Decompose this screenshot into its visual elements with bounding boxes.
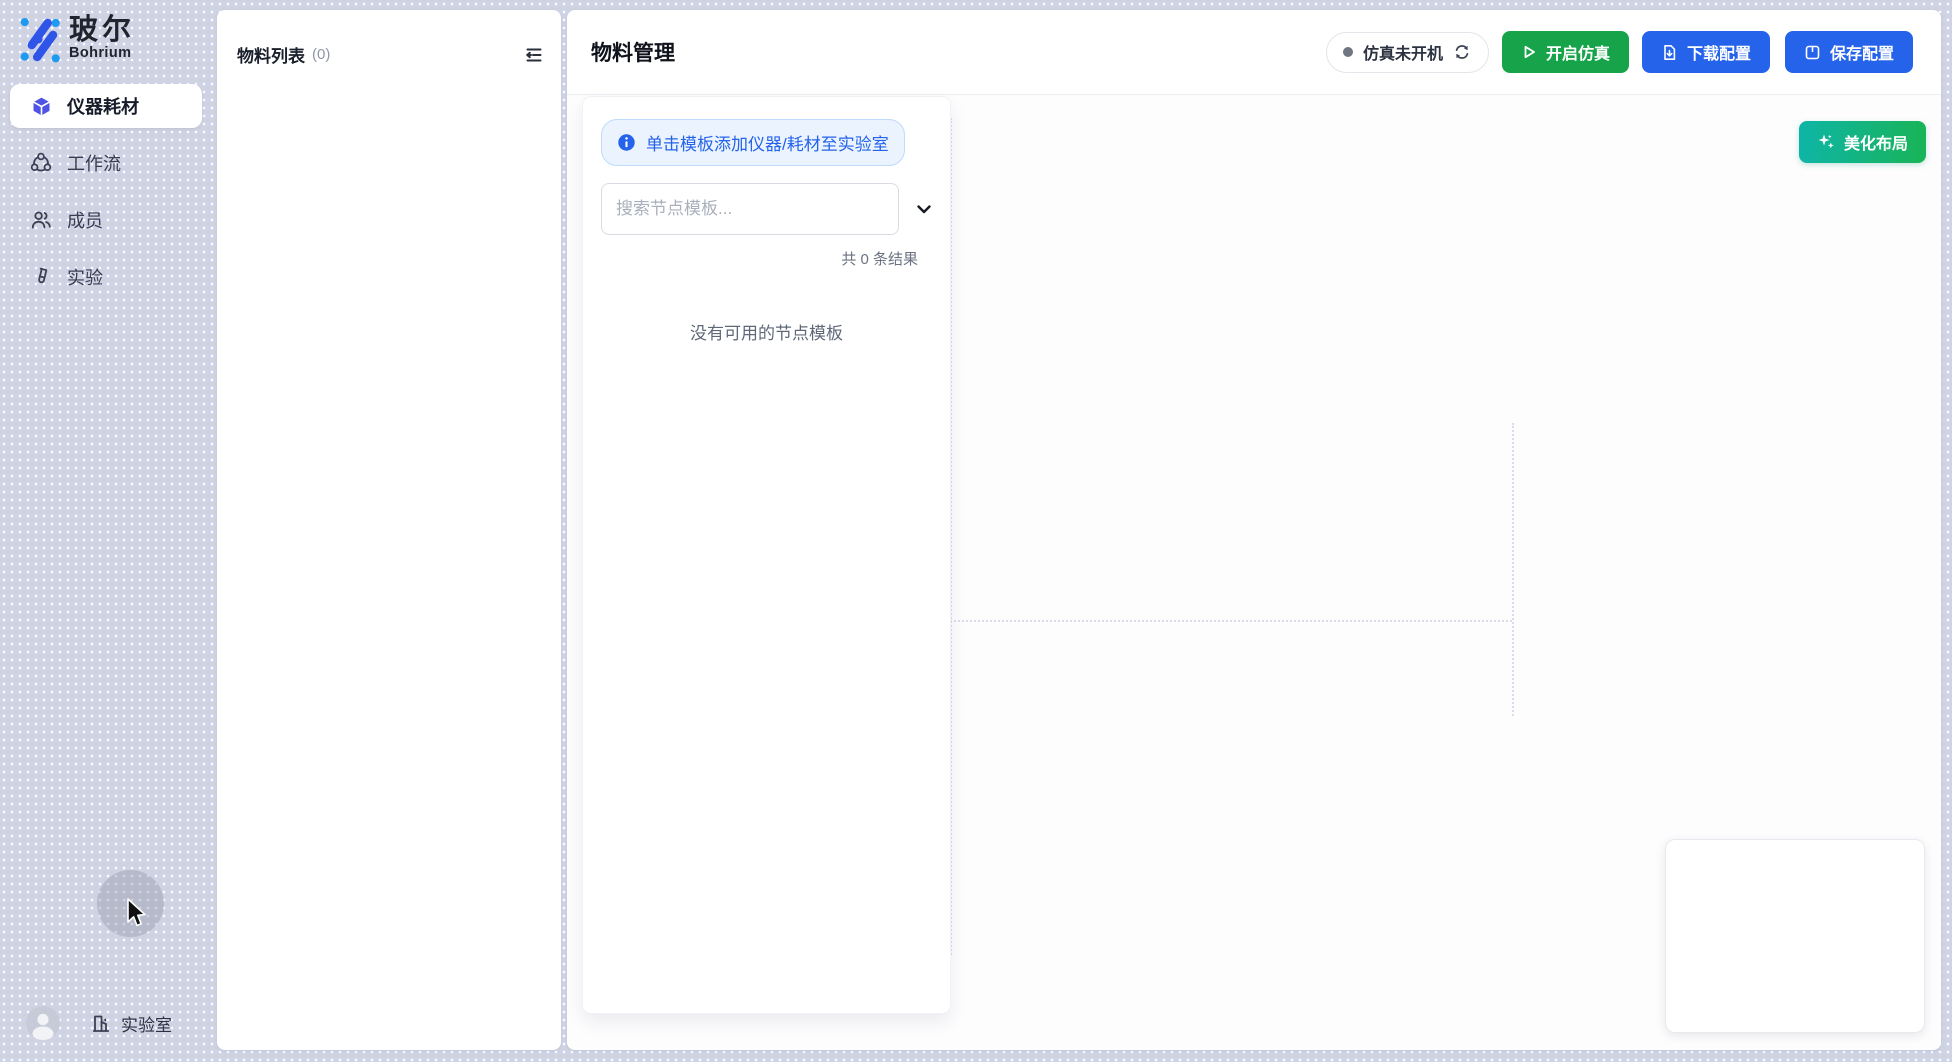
start-simulation-label: 开启仿真 bbox=[1546, 40, 1610, 64]
info-circle-icon bbox=[617, 133, 636, 152]
sidebar-item-workflow[interactable]: 工作流 bbox=[0, 141, 213, 185]
sidebar-nav: 仪器耗材 工作流 成员 bbox=[0, 84, 213, 312]
sidebar: 玻尔 Bohrium 仪器耗材 工作流 bbox=[0, 0, 213, 1062]
result-count: 共 0 条结果 bbox=[597, 248, 936, 269]
download-config-button[interactable]: 下载配置 bbox=[1642, 31, 1770, 73]
save-config-label: 保存配置 bbox=[1830, 40, 1894, 64]
beautify-layout-button[interactable]: 美化布局 bbox=[1799, 121, 1926, 163]
page-title: 物料管理 bbox=[591, 37, 675, 67]
building-icon bbox=[90, 1012, 112, 1034]
brand-name: 玻尔 Bohrium bbox=[69, 15, 135, 61]
simulation-status-pill: 仿真未开机 bbox=[1326, 32, 1489, 73]
brand-logo[interactable]: 玻尔 Bohrium bbox=[15, 13, 135, 63]
lab-entry[interactable]: 实验室 bbox=[90, 1011, 172, 1036]
experiment-icon bbox=[30, 266, 52, 288]
app-root: { "brand": { "name_zh": "玻尔", "name_en":… bbox=[0, 0, 1952, 1062]
info-banner-text: 单击模板添加仪器/耗材至实验室 bbox=[646, 130, 889, 155]
sidebar-item-label: 仪器耗材 bbox=[67, 93, 139, 119]
sidebar-item-instruments[interactable]: 仪器耗材 bbox=[10, 84, 202, 128]
lab-entry-label: 实验室 bbox=[121, 1011, 172, 1036]
sidebar-item-label: 工作流 bbox=[67, 150, 121, 176]
node-template-panel: 单击模板添加仪器/耗材至实验室 共 0 条结果 没有可用的节点模板 bbox=[583, 97, 950, 1013]
canvas-area[interactable]: 单击模板添加仪器/耗材至实验室 共 0 条结果 没有可用的节点模板 美化布局 bbox=[567, 95, 1941, 1050]
canvas-guide-line bbox=[950, 118, 952, 955]
save-icon bbox=[1804, 44, 1821, 61]
save-config-button[interactable]: 保存配置 bbox=[1785, 31, 1913, 73]
canvas-guide-line bbox=[950, 620, 1512, 622]
chevron-down-icon[interactable] bbox=[912, 197, 936, 221]
status-dot-icon bbox=[1343, 47, 1353, 57]
members-icon bbox=[30, 209, 52, 231]
minimap-panel[interactable] bbox=[1665, 839, 1925, 1033]
brand-name-zh: 玻尔 bbox=[69, 15, 135, 45]
start-simulation-button[interactable]: 开启仿真 bbox=[1502, 31, 1629, 73]
collapse-panel-icon[interactable] bbox=[523, 44, 545, 66]
beautify-layout-label: 美化布局 bbox=[1844, 130, 1908, 154]
workflow-icon bbox=[30, 152, 52, 174]
bohrium-logo-icon bbox=[15, 13, 61, 63]
info-banner: 单击模板添加仪器/耗材至实验室 bbox=[601, 119, 905, 166]
cube-icon bbox=[30, 95, 52, 117]
main-card: 物料管理 仿真未开机 开启仿真 bbox=[567, 10, 1941, 1050]
sidebar-item-members[interactable]: 成员 bbox=[0, 198, 213, 242]
template-search-input[interactable] bbox=[601, 183, 899, 235]
sidebar-item-experiment[interactable]: 实验 bbox=[0, 255, 213, 299]
simulation-status-label: 仿真未开机 bbox=[1363, 40, 1443, 64]
user-avatar[interactable] bbox=[26, 1006, 60, 1040]
empty-template-message: 没有可用的节点模板 bbox=[597, 319, 936, 344]
materials-list-header: 物料列表 (0) bbox=[217, 10, 561, 67]
canvas-guide-line bbox=[1512, 423, 1514, 716]
brand-name-en: Bohrium bbox=[69, 45, 135, 61]
sidebar-item-label: 成员 bbox=[67, 207, 103, 233]
download-config-label: 下载配置 bbox=[1687, 40, 1751, 64]
header-actions: 仿真未开机 开启仿真 bbox=[1326, 31, 1913, 73]
refresh-icon[interactable] bbox=[1453, 43, 1472, 62]
template-search-row bbox=[601, 183, 936, 235]
file-download-icon bbox=[1661, 44, 1678, 61]
play-icon bbox=[1521, 44, 1537, 60]
materials-list-count: (0) bbox=[312, 46, 330, 63]
materials-list-title: 物料列表 bbox=[237, 42, 305, 67]
sidebar-item-label: 实验 bbox=[67, 264, 103, 290]
materials-list-panel: 物料列表 (0) bbox=[217, 10, 561, 1050]
sidebar-footer: 实验室 bbox=[0, 998, 213, 1048]
sparkles-icon bbox=[1817, 133, 1835, 151]
main-header: 物料管理 仿真未开机 开启仿真 bbox=[567, 10, 1941, 95]
